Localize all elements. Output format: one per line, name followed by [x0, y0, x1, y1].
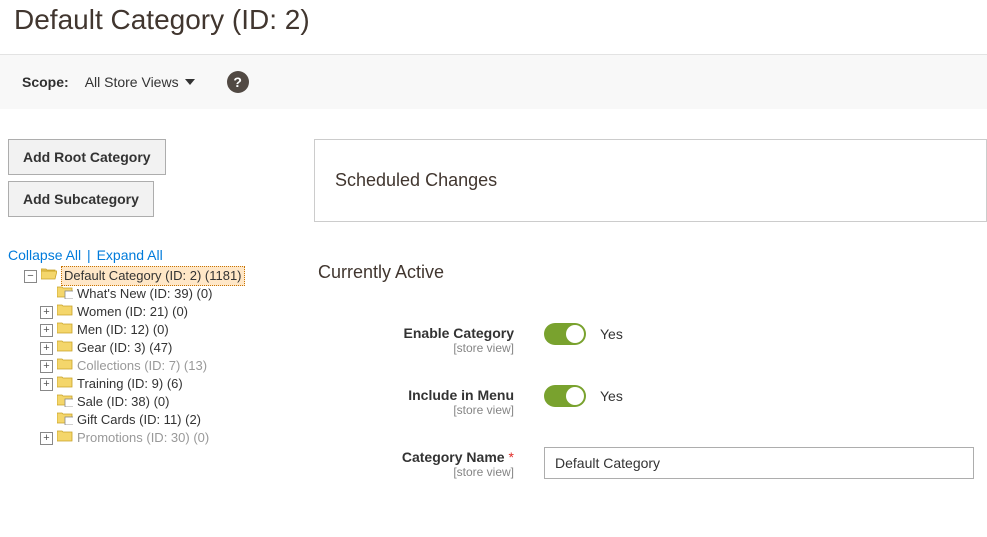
scheduled-changes-title: Scheduled Changes	[335, 170, 966, 191]
main-content: Scheduled Changes Currently Active Enabl…	[314, 139, 987, 509]
tree-controls: Collapse All | Expand All	[8, 247, 296, 263]
tree-node-label: Collections (ID: 7) (13)	[77, 357, 207, 375]
include-in-menu-scope: [store view]	[314, 403, 514, 417]
enable-category-value: Yes	[600, 326, 623, 342]
category-name-label: Category Name	[402, 449, 505, 465]
tree-node[interactable]: + Gear (ID: 3) (47)	[8, 339, 296, 357]
expand-icon[interactable]: +	[40, 378, 53, 391]
folder-icon	[57, 357, 77, 376]
folder-icon	[57, 429, 77, 448]
collapse-icon[interactable]: −	[24, 270, 37, 283]
sidebar: Add Root Category Add Subcategory Collap…	[8, 139, 296, 447]
include-in-menu-toggle[interactable]	[544, 385, 586, 407]
folder-icon	[57, 393, 77, 412]
scope-value: All Store Views	[85, 74, 179, 90]
include-in-menu-value: Yes	[600, 388, 623, 404]
category-name-field: Category Name* [store view]	[314, 447, 987, 479]
tree-node-label: What's New (ID: 39) (0)	[77, 285, 212, 303]
page-title: Default Category (ID: 2)	[0, 0, 987, 54]
tree-node[interactable]: + Collections (ID: 7) (13)	[8, 357, 296, 375]
category-name-input[interactable]	[544, 447, 974, 479]
expand-icon[interactable]: +	[40, 306, 53, 319]
scope-bar: Scope: All Store Views ?	[0, 54, 987, 109]
expand-icon[interactable]: +	[40, 360, 53, 373]
tree-node-label: Women (ID: 21) (0)	[77, 303, 188, 321]
add-root-category-button[interactable]: Add Root Category	[8, 139, 166, 175]
tree-node-label: Sale (ID: 38) (0)	[77, 393, 169, 411]
tree-node[interactable]: + Men (ID: 12) (0)	[8, 321, 296, 339]
separator: |	[87, 247, 91, 263]
scheduled-changes-panel: Scheduled Changes	[314, 139, 987, 222]
tree-node[interactable]: Sale (ID: 38) (0)	[8, 393, 296, 411]
tree-node[interactable]: + Women (ID: 21) (0)	[8, 303, 296, 321]
include-in-menu-label: Include in Menu	[408, 387, 514, 403]
tree-node-label: Men (ID: 12) (0)	[77, 321, 169, 339]
expand-all-link[interactable]: Expand All	[97, 247, 163, 263]
tree-node-label: Gift Cards (ID: 11) (2)	[77, 411, 201, 429]
add-subcategory-button[interactable]: Add Subcategory	[8, 181, 154, 217]
include-in-menu-field: Include in Menu [store view] Yes	[314, 385, 987, 417]
tree-node[interactable]: + Training (ID: 9) (6)	[8, 375, 296, 393]
collapse-all-link[interactable]: Collapse All	[8, 247, 81, 263]
folder-icon	[57, 285, 77, 304]
help-icon[interactable]: ?	[227, 71, 249, 93]
required-icon: *	[509, 449, 514, 465]
category-name-scope: [store view]	[314, 465, 514, 479]
folder-icon	[57, 375, 77, 394]
scope-select[interactable]: All Store Views	[85, 74, 195, 90]
tree-node[interactable]: What's New (ID: 39) (0)	[8, 285, 296, 303]
expand-icon[interactable]: +	[40, 324, 53, 337]
tree-node-label: Gear (ID: 3) (47)	[77, 339, 172, 357]
enable-category-label: Enable Category	[404, 325, 514, 341]
expand-icon[interactable]: +	[40, 432, 53, 445]
enable-category-field: Enable Category [store view] Yes	[314, 323, 987, 355]
currently-active-title: Currently Active	[314, 262, 987, 283]
folder-icon	[57, 303, 77, 322]
enable-category-toggle[interactable]	[544, 323, 586, 345]
folder-icon	[57, 339, 77, 358]
folder-icon	[41, 267, 61, 286]
scope-label: Scope:	[22, 74, 69, 90]
tree-node[interactable]: − Default Category (ID: 2) (1181)	[8, 267, 296, 285]
enable-category-scope: [store view]	[314, 341, 514, 355]
chevron-down-icon	[185, 79, 195, 85]
tree-node-label: Default Category (ID: 2) (1181)	[61, 266, 245, 286]
folder-icon	[57, 321, 77, 340]
tree-node[interactable]: Gift Cards (ID: 11) (2)	[8, 411, 296, 429]
tree-node[interactable]: + Promotions (ID: 30) (0)	[8, 429, 296, 447]
expand-icon[interactable]: +	[40, 342, 53, 355]
folder-icon	[57, 411, 77, 430]
tree-node-label: Promotions (ID: 30) (0)	[77, 429, 209, 447]
category-tree: − Default Category (ID: 2) (1181)What's N…	[8, 267, 296, 447]
tree-node-label: Training (ID: 9) (6)	[77, 375, 183, 393]
